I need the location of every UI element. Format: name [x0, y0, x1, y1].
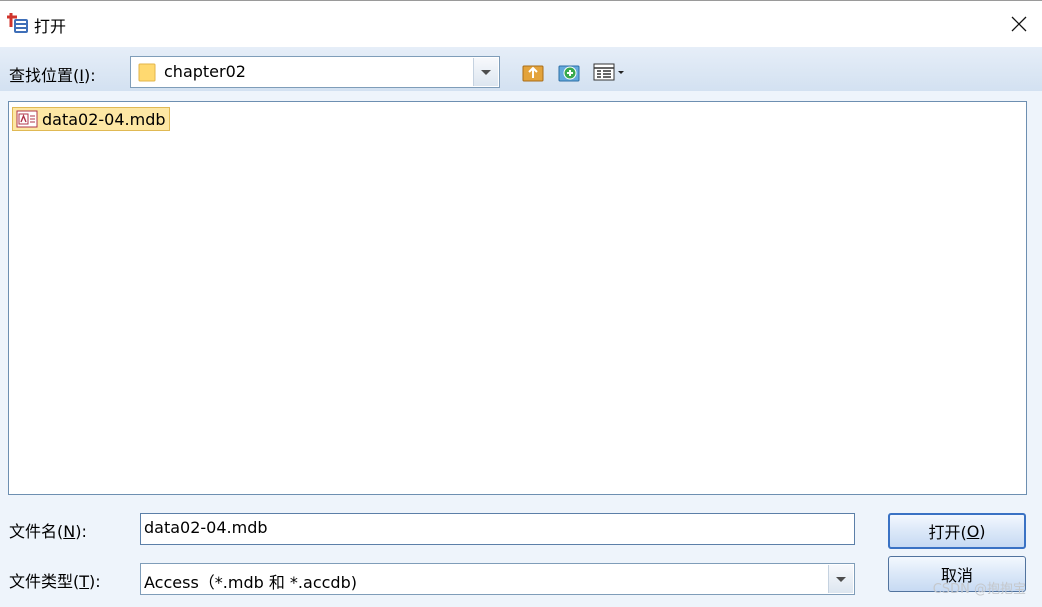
filetype-label: 文件类型(T):: [9, 572, 101, 591]
file-item[interactable]: data02-04.mdb: [12, 107, 170, 131]
filetype-select[interactable]: Access（*.mdb 和 *.accdb): [140, 563, 855, 595]
access-file-icon: [16, 110, 38, 128]
view-menu-icon[interactable]: [593, 60, 629, 84]
watermark: CSDN @抱抱宝: [932, 582, 1026, 597]
look-in-dropdown-button[interactable]: [473, 58, 498, 86]
folder-icon: [138, 63, 156, 82]
look-in-select[interactable]: chapter02: [130, 56, 500, 88]
filename-label: 文件名(N):: [9, 522, 87, 541]
look-in-value: chapter02: [164, 62, 246, 81]
filetype-dropdown-button[interactable]: [828, 565, 853, 593]
chevron-down-icon: [481, 69, 491, 75]
file-list[interactable]: data02-04.mdb: [8, 101, 1027, 495]
chevron-down-icon: [836, 576, 846, 582]
title-bar: 打开: [0, 0, 1042, 47]
look-in-label: 查找位置(I):: [9, 66, 96, 85]
file-name: data02-04.mdb: [42, 109, 166, 129]
up-folder-icon[interactable]: [521, 60, 545, 84]
close-icon: [1011, 16, 1027, 32]
close-button[interactable]: [996, 1, 1042, 47]
new-folder-icon[interactable]: [557, 60, 581, 84]
window-title: 打开: [34, 17, 67, 36]
filetype-value: Access（*.mdb 和 *.accdb): [144, 573, 357, 592]
filename-input[interactable]: data02-04.mdb: [140, 513, 855, 545]
open-button[interactable]: 打开(O): [888, 513, 1026, 549]
app-icon: [7, 13, 28, 33]
